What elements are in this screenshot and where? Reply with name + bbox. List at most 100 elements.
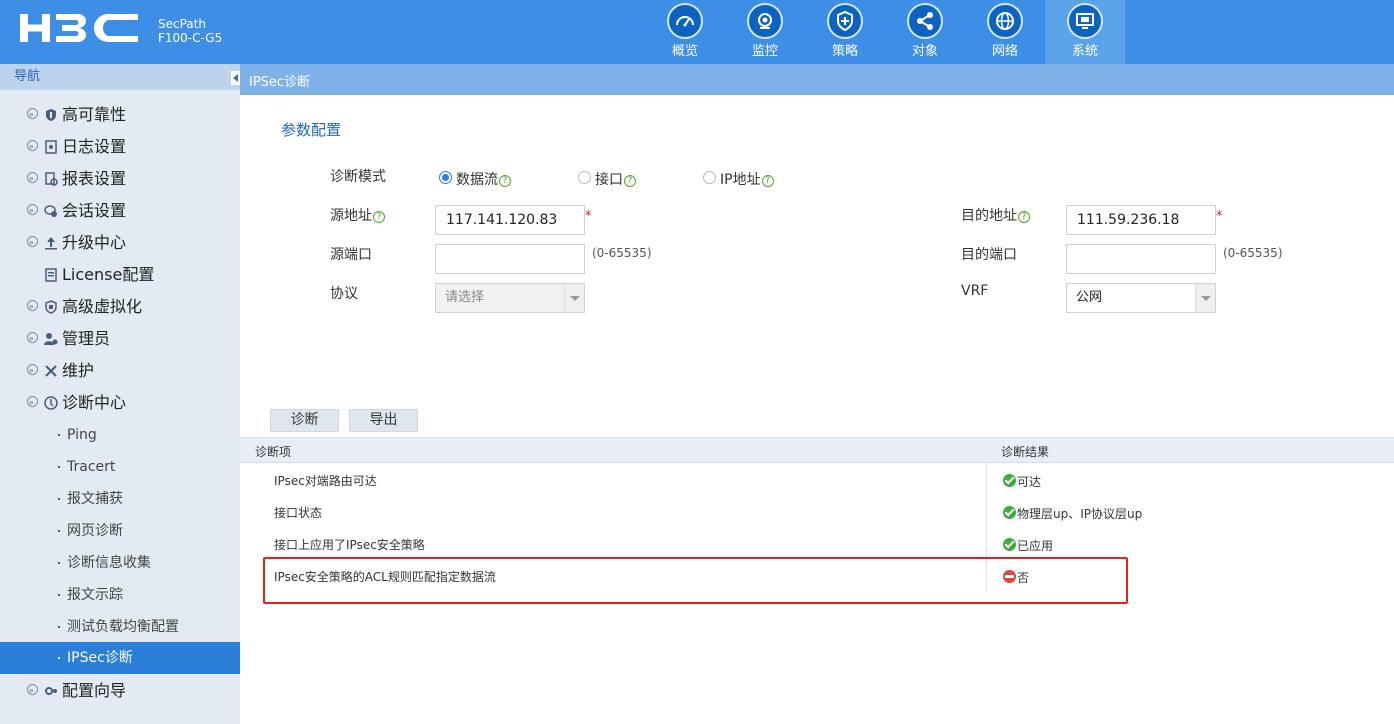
nav-network[interactable]: 网络 [965, 0, 1045, 64]
expand-icon [27, 675, 38, 707]
nav-label: 监控 [751, 44, 778, 59]
column-header-result: 诊断结果 [1001, 445, 1050, 459]
expand-icon [27, 291, 38, 323]
help-icon[interactable]: ? [373, 211, 385, 223]
sidebar-item-label: 配置向导 [62, 681, 127, 700]
sidebar-item-label: 维护 [62, 361, 95, 380]
breadcrumb-bar: IPSec诊断 [240, 64, 1394, 95]
port-range-hint: (0-65535) [1223, 246, 1283, 260]
protocol-select[interactable]: 请选择 [435, 283, 585, 313]
sidebar-subitem-label: IPSec诊断 [67, 650, 133, 666]
sidebar-subitem-label: 诊断信息收集 [67, 555, 151, 571]
sidebar-item-label: 高可靠性 [62, 105, 127, 124]
sidebar-item-label: License配置 [62, 265, 155, 284]
table-row-result: 已应用 [1003, 537, 1053, 554]
src-port-label: 源端口 [330, 247, 372, 263]
src-port-input[interactable] [435, 244, 585, 274]
help-icon[interactable]: ? [624, 175, 636, 187]
sidebar-item-wizard[interactable]: 配置向导 [0, 675, 240, 707]
nav-label: 对象 [911, 44, 938, 59]
wizard-icon [45, 687, 57, 695]
session-icon [44, 205, 57, 217]
shield-icon [827, 3, 863, 39]
share-icon [907, 3, 943, 39]
expand-icon [27, 227, 38, 259]
sidebar-collapse-button[interactable] [231, 71, 240, 85]
vrf-select[interactable]: 公网 [1066, 283, 1216, 313]
log-icon [45, 140, 57, 154]
sidebar-item-label: 诊断中心 [62, 393, 127, 412]
sidebar-item-high-reliability[interactable]: 高可靠性 [0, 99, 240, 131]
section-title: 参数配置 [281, 121, 342, 139]
h3c-logo [20, 14, 138, 42]
port-range-hint: (0-65535) [592, 246, 652, 260]
sidebar-subitem-tracert[interactable]: Tracert [0, 451, 240, 483]
diagnose-button[interactable]: 诊断 [270, 409, 339, 432]
sidebar-item-maintenance[interactable]: 维护 [0, 355, 240, 387]
sidebar-item-session[interactable]: 会话设置 [0, 195, 240, 227]
results-table-header: 诊断项 诊断结果 [240, 437, 1394, 463]
dst-port-label: 目的端口 [961, 247, 1017, 263]
sidebar-item-admin[interactable]: 管理员 [0, 323, 240, 355]
dst-addr-input[interactable] [1066, 205, 1216, 235]
top-header: SecPath F100-C-G5 概览 监控 策略 对象 网络 系统 [0, 0, 1394, 64]
globe-icon [987, 3, 1023, 39]
required-mark: * [1216, 209, 1223, 224]
help-icon[interactable]: ? [761, 175, 774, 187]
sidebar-item-report[interactable]: 报表设置 [0, 163, 240, 195]
nav-object[interactable]: 对象 [885, 0, 965, 64]
nav-overview[interactable]: 概览 [645, 0, 725, 64]
sidebar-subitem-lb-test[interactable]: 测试负载均衡配置 [0, 611, 240, 643]
product-name: SecPath F100-C-G5 [158, 17, 222, 45]
export-button[interactable]: 导出 [349, 409, 418, 432]
sidebar-subitem-packet-trace[interactable]: 报文示踪 [0, 579, 240, 611]
sidebar-item-log[interactable]: 日志设置 [0, 131, 240, 163]
expand-icon [27, 99, 38, 131]
vrf-select-value: 公网 [1076, 290, 1103, 305]
sidebar-item-diagnosis[interactable]: 诊断中心 [0, 387, 240, 419]
mode-label: 诊断模式 [330, 169, 386, 185]
diagnosis-icon [44, 396, 58, 410]
protocol-select-value: 请选择 [445, 290, 485, 305]
src-addr-input[interactable] [435, 205, 585, 235]
sidebar-subitem-diag-collect[interactable]: 诊断信息收集 [0, 547, 240, 579]
sidebar-item-virtualization[interactable]: 高级虚拟化 [0, 291, 240, 323]
table-row-item: IPsec对端路由可达 [274, 474, 377, 488]
sidebar-subitem-ipsec-diagnosis[interactable]: IPSec诊断 [0, 642, 240, 674]
shield-icon [46, 109, 56, 121]
sidebar-subitem-label: 测试负载均衡配置 [67, 619, 179, 635]
mode-radio-ip[interactable] [703, 171, 716, 184]
help-icon[interactable]: ? [499, 175, 511, 187]
sidebar-subitem-label: Tracert [67, 459, 116, 475]
product-line2: F100-C-G5 [158, 31, 223, 45]
nav-policy[interactable]: 策略 [805, 0, 885, 64]
mode-radio-interface[interactable] [578, 171, 591, 184]
mode-radio-dataflow[interactable] [439, 171, 452, 184]
mode-option-interface: 接口? [595, 169, 636, 189]
speedometer-icon [667, 3, 703, 39]
vrf-label: VRF [961, 283, 989, 299]
table-row-item: 接口上应用了IPsec安全策略 [274, 538, 425, 552]
sidebar-item-label: 会话设置 [62, 201, 127, 220]
sidebar: 导航 高可靠性 日志设置 报表设置 会话设置 升级中心 License配置 高级… [0, 64, 240, 724]
sidebar-item-label: 管理员 [62, 329, 111, 348]
nav-label: 概览 [671, 44, 698, 59]
sidebar-subitem-label: 报文捕获 [67, 491, 123, 507]
sidebar-subitem-packet-capture[interactable]: 报文捕获 [0, 483, 240, 515]
protocol-label: 协议 [330, 286, 358, 302]
help-icon[interactable]: ? [1018, 211, 1030, 223]
sidebar-item-license[interactable]: License配置 [0, 259, 240, 291]
highlight-box [263, 557, 1128, 604]
sidebar-item-upgrade[interactable]: 升级中心 [0, 227, 240, 259]
sidebar-item-label: 高级虚拟化 [62, 297, 143, 316]
nav-monitor[interactable]: 监控 [725, 0, 805, 64]
nav-label: 策略 [831, 44, 858, 59]
sidebar-item-label: 升级中心 [62, 233, 127, 252]
sidebar-subitem-web-diagnosis[interactable]: 网页诊断 [0, 515, 240, 547]
dst-port-input[interactable] [1066, 244, 1216, 274]
expand-icon [27, 131, 38, 163]
sidebar-subitem-ping[interactable]: Ping [0, 419, 240, 451]
nav-system[interactable]: 系统 [1045, 0, 1125, 64]
sidebar-subitem-label: Ping [67, 427, 97, 443]
chevron-down-icon [1195, 284, 1215, 312]
